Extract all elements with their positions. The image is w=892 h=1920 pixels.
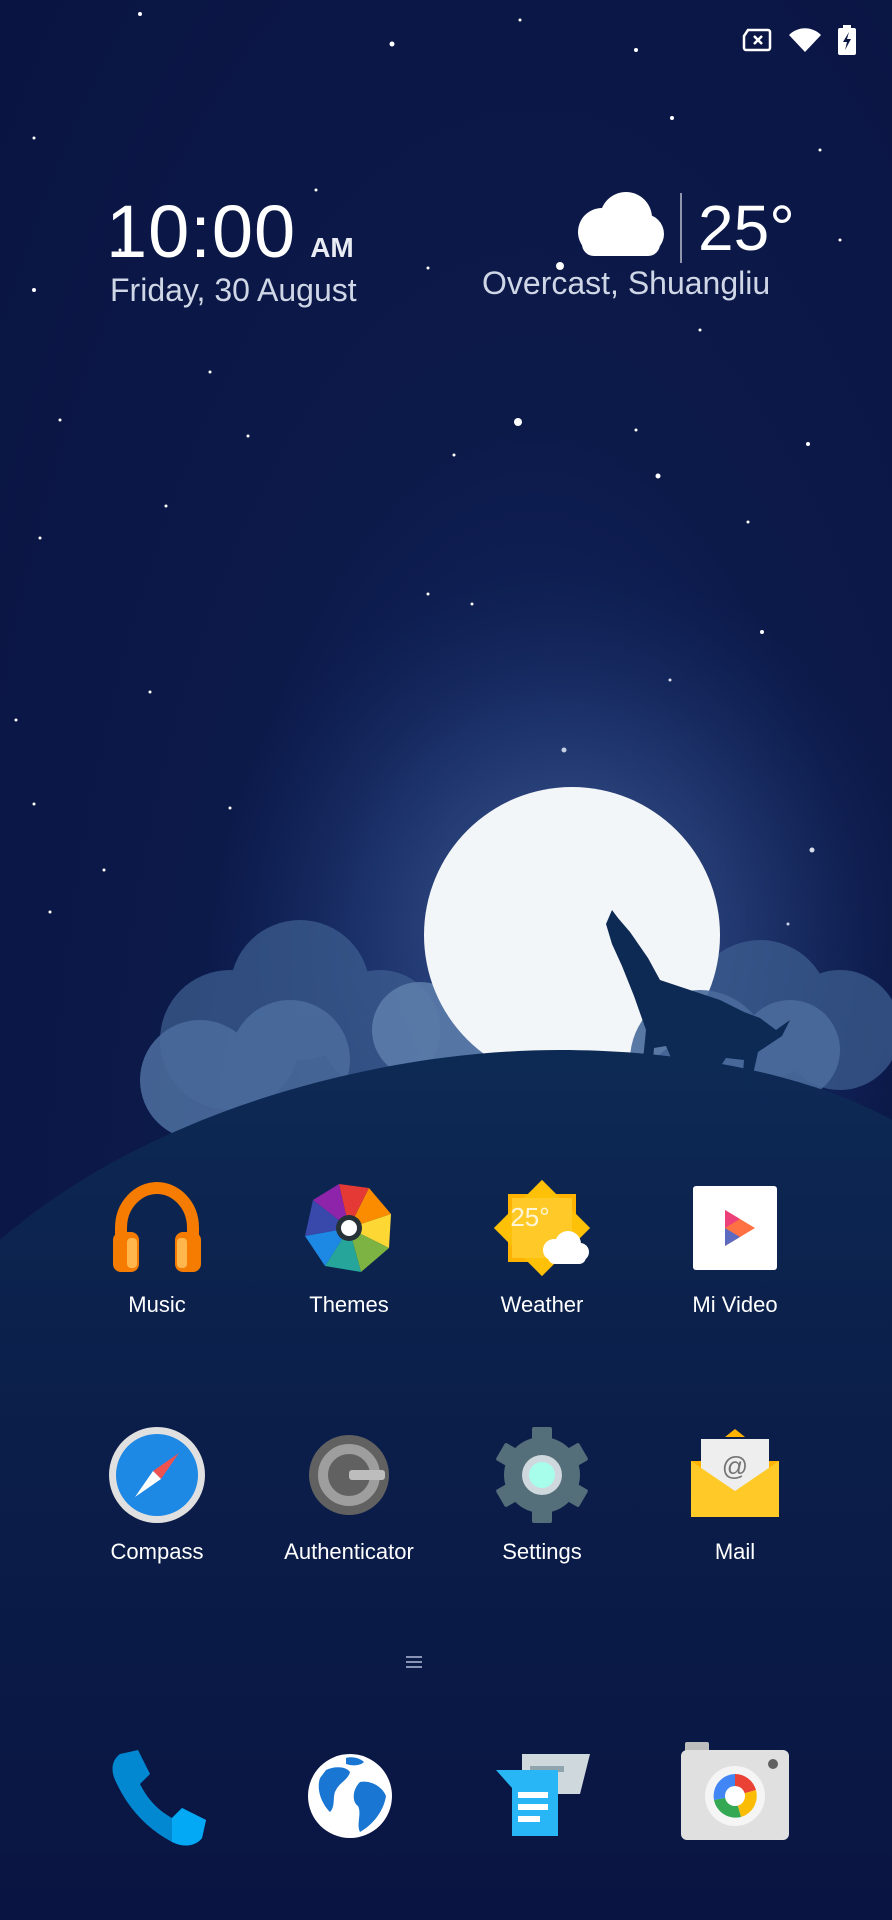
headphones-icon <box>107 1178 207 1278</box>
mail-icon-at: @ <box>722 1451 748 1481</box>
app-music[interactable]: Music <box>61 1178 253 1318</box>
app-drawer-handle[interactable] <box>406 1655 422 1669</box>
app-label: Settings <box>502 1539 582 1564</box>
clock-widget[interactable]: 10:00 AM Friday, 30 August <box>106 190 357 309</box>
app-label: Music <box>128 1292 186 1317</box>
app-label: Authenticator <box>284 1539 414 1564</box>
gear-icon <box>492 1425 592 1525</box>
play-icon <box>685 1178 785 1278</box>
dock-phone[interactable] <box>98 1736 218 1856</box>
weather-temperature: 25° <box>698 191 795 264</box>
camera-icon <box>675 1742 795 1860</box>
cloud-icon <box>572 192 664 263</box>
app-label: Mail <box>714 1539 756 1564</box>
mail-icon: @ <box>685 1425 785 1525</box>
clock-time: 10:00 <box>106 190 297 273</box>
dock-camera[interactable] <box>675 1736 795 1856</box>
weather-divider <box>680 192 682 263</box>
weather-description: Overcast, Shuangliu <box>482 265 771 301</box>
app-label: Weather <box>500 1292 584 1317</box>
app-label: Themes <box>309 1292 389 1317</box>
battery-charging-icon <box>838 25 856 55</box>
phone-icon <box>98 1750 218 1860</box>
weather-widget[interactable]: 25° Overcast, Shuangliu <box>482 192 812 302</box>
themes-pinwheel-icon <box>299 1178 399 1278</box>
app-themes[interactable]: Themes <box>253 1178 445 1318</box>
app-mi-video[interactable]: Mi Video <box>639 1178 831 1318</box>
sim-off-icon <box>742 28 772 52</box>
home-screen: 10:00 AM Friday, 30 August 25° Overcast,… <box>0 0 892 1920</box>
wifi-icon <box>788 27 822 53</box>
app-settings[interactable]: Settings <box>446 1425 638 1565</box>
browser-globe-icon <box>290 1754 410 1860</box>
app-label: Compass <box>110 1539 204 1564</box>
app-label: Mi Video <box>692 1292 778 1317</box>
dock-browser[interactable] <box>290 1736 410 1856</box>
clock-date: Friday, 30 August <box>110 272 357 308</box>
dock-messages[interactable] <box>482 1736 602 1856</box>
app-compass[interactable]: Compass <box>61 1425 253 1565</box>
app-mail[interactable]: @ Mail <box>639 1425 831 1565</box>
compass-icon <box>107 1425 207 1525</box>
status-bar <box>742 22 856 58</box>
weather-app-icon: 25° <box>492 1178 592 1278</box>
app-authenticator[interactable]: Authenticator <box>253 1425 445 1565</box>
weather-app-icon-temp: 25° <box>510 1202 549 1232</box>
app-weather[interactable]: 25° Weather <box>446 1178 638 1318</box>
messages-icon <box>482 1754 602 1860</box>
clock-ampm: AM <box>310 232 354 263</box>
authenticator-icon <box>299 1425 399 1525</box>
